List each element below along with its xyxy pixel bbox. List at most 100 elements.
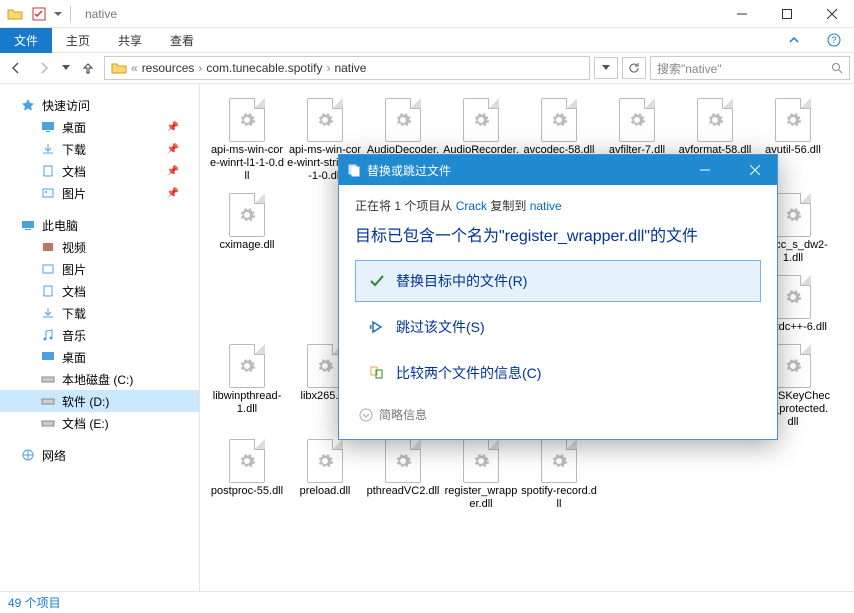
file-name: libwinpthread-1.dll <box>209 390 285 416</box>
copy-prefix: 正在将 1 个项目从 <box>355 199 456 213</box>
file-item[interactable]: cximage.dll <box>208 191 286 265</box>
dll-file-icon <box>223 191 271 239</box>
file-item[interactable]: libwinpthread-1.dll <box>208 342 286 429</box>
copy-source-link[interactable]: Crack <box>456 199 487 213</box>
sidebar-label: 图片 <box>62 261 86 278</box>
file-item[interactable]: pthreadVC2.dll <box>364 437 442 511</box>
window-controls <box>719 0 854 28</box>
sidebar-item-downloads[interactable]: 下载 📌 <box>0 138 199 160</box>
this-pc[interactable]: 此电脑 <box>0 214 199 236</box>
separator <box>70 6 71 22</box>
refresh-button[interactable] <box>622 57 646 79</box>
dll-file-icon <box>457 437 505 485</box>
recent-dropdown[interactable] <box>60 56 72 80</box>
sidebar-label: 下载 <box>62 141 86 158</box>
download-icon <box>40 305 56 321</box>
sidebar-item-music[interactable]: 音乐 <box>0 324 199 346</box>
document-icon <box>40 163 56 179</box>
sidebar-item-documents[interactable]: 文档 <box>0 280 199 302</box>
quick-access[interactable]: 快速访问 <box>0 94 199 116</box>
up-button[interactable] <box>76 56 100 80</box>
dialog-heading: 目标已包含一个名为"register_wrapper.dll"的文件 <box>355 222 761 246</box>
dll-file-icon <box>457 96 505 144</box>
option-replace[interactable]: 替换目标中的文件(R) <box>355 260 761 302</box>
file-name: cximage.dll <box>219 239 274 252</box>
replace-dialog: 替换或跳过文件 正在将 1 个项目从 Crack 复制到 native 目标已包… <box>338 154 778 440</box>
dialog-titlebar: 替换或跳过文件 <box>339 155 777 185</box>
back-button[interactable] <box>4 56 28 80</box>
sidebar-item-drive-c[interactable]: 本地磁盘 (C:) <box>0 368 199 390</box>
footer-label: 简略信息 <box>379 406 427 423</box>
dll-file-icon <box>223 96 271 144</box>
sidebar-label: 网络 <box>42 447 66 464</box>
properties-icon[interactable] <box>28 3 50 25</box>
sidebar-label: 文档 (E:) <box>62 415 109 432</box>
tab-file[interactable]: 文件 <box>0 28 52 53</box>
breadcrumb[interactable]: « resources › com.tunecable.spotify › na… <box>104 56 590 80</box>
download-icon <box>40 141 56 157</box>
ribbon: 文件 主页 共享 查看 ? <box>0 28 854 52</box>
pin-icon: 📌 <box>167 144 179 155</box>
dropdown-icon[interactable] <box>52 3 64 25</box>
drive-icon <box>40 393 56 409</box>
file-item[interactable]: api-ms-win-core-winrt-l1-1-0.dll <box>208 96 286 183</box>
search-icon <box>831 62 843 74</box>
breadcrumb-item[interactable]: resources <box>142 61 195 75</box>
pc-icon <box>20 217 36 233</box>
network-icon <box>20 447 36 463</box>
sidebar-item-documents[interactable]: 文档📌 <box>0 160 199 182</box>
sidebar-label: 软件 (D:) <box>62 393 109 410</box>
sidebar-item-desktop[interactable]: 桌面 <box>0 346 199 368</box>
file-name: postproc-55.dll <box>211 485 283 498</box>
dialog-close-button[interactable] <box>733 155 777 185</box>
breadcrumb-item[interactable]: native <box>334 61 366 75</box>
file-item[interactable]: register_wrapper.dll <box>442 437 520 511</box>
file-name: spotify-record.dll <box>521 485 597 511</box>
sidebar-item-videos[interactable]: 视频 <box>0 236 199 258</box>
sidebar-item-drive-e[interactable]: 文档 (E:) <box>0 412 199 434</box>
sidebar-item-pictures[interactable]: 图片 <box>0 258 199 280</box>
pin-icon: 📌 <box>167 122 179 133</box>
file-name: preload.dll <box>300 485 351 498</box>
dialog-copy-line: 正在将 1 个项目从 Crack 复制到 native <box>355 197 761 214</box>
sidebar-label: 下载 <box>62 305 86 322</box>
status-bar: 49 个项目 <box>0 591 854 613</box>
tab-share[interactable]: 共享 <box>104 28 156 53</box>
option-label: 替换目标中的文件(R) <box>396 271 527 291</box>
history-dropdown[interactable] <box>594 57 618 79</box>
folder-icon <box>4 3 26 25</box>
minimize-button[interactable] <box>719 0 764 28</box>
file-item[interactable]: preload.dll <box>286 437 364 511</box>
sidebar-item-pictures[interactable]: 图片📌 <box>0 182 199 204</box>
sidebar-label: 桌面 <box>62 119 86 136</box>
sidebar-item-desktop[interactable]: 桌面 📌 <box>0 116 199 138</box>
check-icon <box>368 272 386 290</box>
file-item[interactable]: postproc-55.dll <box>208 437 286 511</box>
document-icon <box>40 283 56 299</box>
breadcrumb-sep: « <box>131 61 138 75</box>
sidebar-label: 图片 <box>62 185 86 202</box>
tab-home[interactable]: 主页 <box>52 28 104 53</box>
sidebar-item-downloads[interactable]: 下载 <box>0 302 199 324</box>
sidebar-label: 文档 <box>62 283 86 300</box>
help-icon[interactable]: ? <box>814 33 854 47</box>
breadcrumb-item[interactable]: com.tunecable.spotify <box>206 61 322 75</box>
chevron-right-icon: › <box>198 61 202 75</box>
network[interactable]: 网络 <box>0 444 199 466</box>
file-item[interactable]: spotify-record.dll <box>520 437 598 511</box>
option-compare[interactable]: 比较两个文件的信息(C) <box>355 352 761 394</box>
forward-button[interactable] <box>32 56 56 80</box>
dialog-footer[interactable]: 简略信息 <box>355 398 761 423</box>
option-skip[interactable]: 跳过该文件(S) <box>355 306 761 348</box>
ribbon-expand-icon[interactable] <box>774 33 814 47</box>
sidebar-label: 本地磁盘 (C:) <box>62 371 133 388</box>
copy-dest-link[interactable]: native <box>530 199 562 213</box>
tab-view[interactable]: 查看 <box>156 28 208 53</box>
dll-file-icon <box>223 437 271 485</box>
music-icon <box>40 327 56 343</box>
sidebar-item-drive-d[interactable]: 软件 (D:) <box>0 390 199 412</box>
maximize-button[interactable] <box>764 0 809 28</box>
dialog-minimize-button[interactable] <box>683 155 727 185</box>
search-box[interactable]: 搜索"native" <box>650 56 850 80</box>
close-button[interactable] <box>809 0 854 28</box>
